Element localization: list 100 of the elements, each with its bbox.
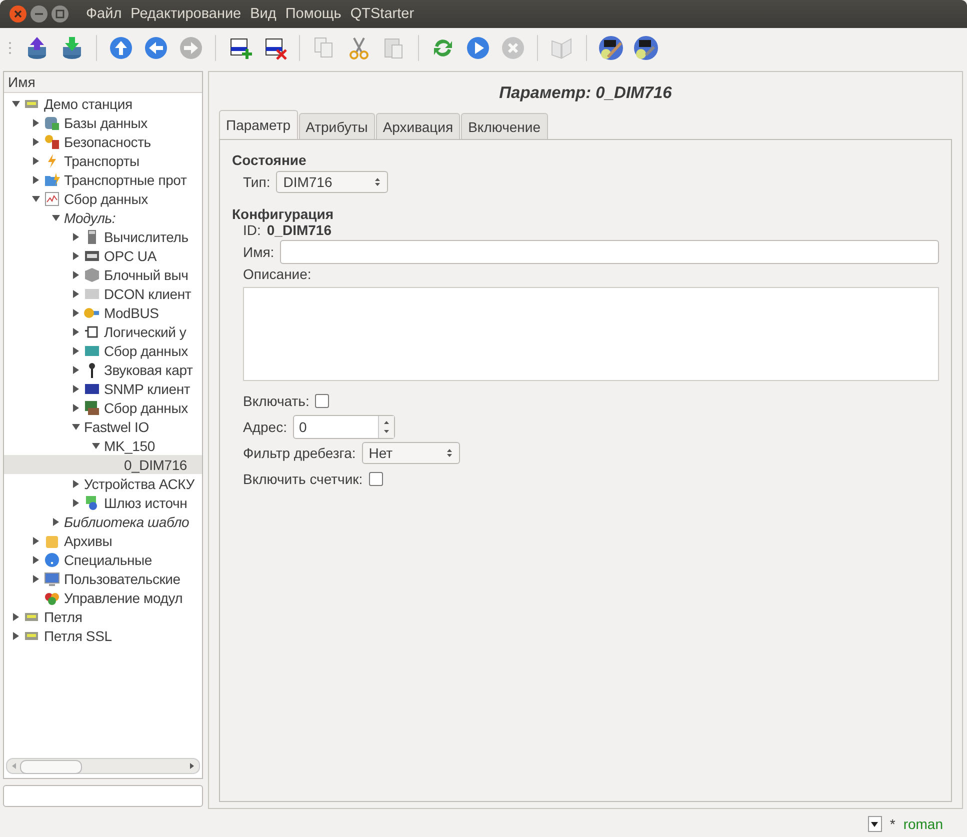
tree-item-label: Петля <box>44 608 82 624</box>
modified-indicator: * <box>890 816 896 832</box>
tree-row[interactable]: Демо станция <box>4 94 202 113</box>
tree-row[interactable]: Транспорты <box>4 151 202 170</box>
collapsed-arrow-icon[interactable] <box>32 118 40 126</box>
collapsed-arrow-icon[interactable] <box>32 556 40 564</box>
address-spinbox[interactable]: 0 <box>292 415 395 439</box>
tab[interactable]: Включение <box>461 113 548 139</box>
menu-item[interactable]: Вид <box>250 6 276 22</box>
tab[interactable]: Архивация <box>376 113 460 139</box>
menu-item[interactable]: Редактирование <box>130 6 242 22</box>
field-label: Тип: <box>243 174 270 190</box>
scrollbar-thumb[interactable] <box>20 760 82 774</box>
toolbar-button[interactable] <box>632 35 660 61</box>
tree-row[interactable]: 0_DIM716 <box>4 455 202 474</box>
tree-item-label: Транспортные прот <box>64 172 187 188</box>
collapsed-arrow-icon[interactable] <box>72 308 80 316</box>
tree-row[interactable]: Логический у <box>4 322 202 341</box>
expanded-arrow-icon[interactable] <box>52 214 60 222</box>
search-field[interactable] <box>3 785 203 807</box>
expanded-arrow-icon[interactable] <box>92 442 100 450</box>
toolbar-button[interactable] <box>597 35 625 61</box>
tree-row[interactable]: Пользовательские <box>4 569 202 588</box>
tree-item-label: Безопасность <box>64 134 151 150</box>
tab[interactable]: Атрибуты <box>298 113 375 139</box>
tree-row[interactable]: Сбор данных <box>4 189 202 208</box>
tree-item-label: Шлюз источн <box>104 494 188 510</box>
tree-row[interactable]: MK_150 <box>4 436 202 455</box>
field-label: Включить счетчик: <box>243 471 363 487</box>
tree-row[interactable]: Транспортные прот <box>4 170 202 189</box>
scroll-right-icon[interactable] <box>188 762 196 770</box>
collapsed-arrow-icon[interactable] <box>72 232 80 240</box>
collapsed-arrow-icon[interactable] <box>72 404 80 412</box>
tree-row[interactable]: Библиотека шабло <box>4 512 202 531</box>
expanded-arrow-icon[interactable] <box>72 422 80 430</box>
tree-item-label: 0_DIM716 <box>124 456 187 472</box>
menu-item[interactable]: Файл <box>86 6 122 22</box>
field-label: Описание: <box>243 266 312 282</box>
toolbar-grip-icon[interactable] <box>8 41 12 55</box>
collapsed-arrow-icon[interactable] <box>72 480 80 488</box>
tree-row[interactable]: ModBUS <box>4 303 202 322</box>
tree-row[interactable]: Петля SSL <box>4 626 202 645</box>
collapsed-arrow-icon[interactable] <box>32 176 40 184</box>
tree-row[interactable]: Безопасность <box>4 132 202 151</box>
collapsed-arrow-icon[interactable] <box>72 384 80 392</box>
tree-row[interactable]: OPC UA <box>4 246 202 265</box>
collapsed-arrow-icon[interactable] <box>72 366 80 374</box>
tree-row[interactable]: Вычислитель <box>4 227 202 246</box>
column-header[interactable]: Имя <box>4 72 202 93</box>
close-icon[interactable] <box>9 5 27 23</box>
checkbox[interactable] <box>368 472 383 486</box>
spin-arrows-icon <box>382 420 390 434</box>
minimize-icon[interactable] <box>30 5 48 23</box>
collapsed-arrow-icon[interactable] <box>32 156 40 164</box>
tree-item-label: Вычислитель <box>104 228 188 244</box>
tree-item-label: Демо станция <box>44 96 132 112</box>
menu-item[interactable]: QTStarter <box>350 6 414 22</box>
collapsed-arrow-icon[interactable] <box>32 574 40 582</box>
tree-row[interactable]: Сбор данных <box>4 398 202 417</box>
tree-row[interactable]: Fastwel IO <box>4 417 202 436</box>
collapsed-arrow-icon[interactable] <box>12 632 20 640</box>
expanded-arrow-icon[interactable] <box>12 100 20 108</box>
tree-row[interactable]: Управление модул <box>4 588 202 607</box>
collapsed-arrow-icon[interactable] <box>72 252 80 260</box>
tree-row[interactable]: Устройства АСКУ <box>4 474 202 493</box>
tree-row[interactable]: Шлюз источн <box>4 493 202 512</box>
section-heading: Состояние <box>232 152 308 168</box>
tree-row[interactable]: SNMP клиент <box>4 379 202 398</box>
tree-row[interactable]: Звуковая карт <box>4 360 202 379</box>
tab[interactable]: Параметр <box>219 110 298 139</box>
collapsed-arrow-icon[interactable] <box>32 536 40 544</box>
expanded-arrow-icon[interactable] <box>32 194 40 202</box>
description-field[interactable] <box>243 287 939 381</box>
menu-item[interactable]: Помощь <box>285 6 342 22</box>
collapsed-arrow-icon[interactable] <box>52 518 60 526</box>
collapsed-arrow-icon[interactable] <box>72 498 80 506</box>
tree-row[interactable]: Архивы <box>4 531 202 550</box>
collapsed-arrow-icon[interactable] <box>12 612 20 620</box>
collapsed-arrow-icon[interactable] <box>72 346 80 354</box>
dropdown-button[interactable] <box>868 816 882 832</box>
tree-row[interactable]: Блочный выч <box>4 265 202 284</box>
tree-item-label: Сбор данных <box>104 342 188 358</box>
station-settings-icon <box>633 35 659 61</box>
filter-dropdown[interactable]: Нет <box>362 442 460 464</box>
name-field[interactable] <box>280 240 939 264</box>
tree-row[interactable]: Модуль: <box>4 208 202 227</box>
maximize-icon[interactable] <box>51 5 69 23</box>
collapsed-arrow-icon[interactable] <box>72 328 80 336</box>
tree-row[interactable]: Специальные <box>4 550 202 569</box>
collapsed-arrow-icon[interactable] <box>32 138 40 146</box>
tree-row[interactable]: Базы данных <box>4 113 202 132</box>
tree-row[interactable]: Петля <box>4 607 202 626</box>
type-dropdown[interactable]: DIM716 <box>276 171 388 193</box>
collapsed-arrow-icon[interactable] <box>72 270 80 278</box>
horizontal-scrollbar[interactable] <box>6 758 200 774</box>
tree-item-label: Блочный выч <box>104 266 188 282</box>
checkbox[interactable] <box>315 394 330 408</box>
tree-row[interactable]: DCON клиент <box>4 284 202 303</box>
tree-row[interactable]: Сбор данных <box>4 341 202 360</box>
collapsed-arrow-icon[interactable] <box>72 290 80 298</box>
